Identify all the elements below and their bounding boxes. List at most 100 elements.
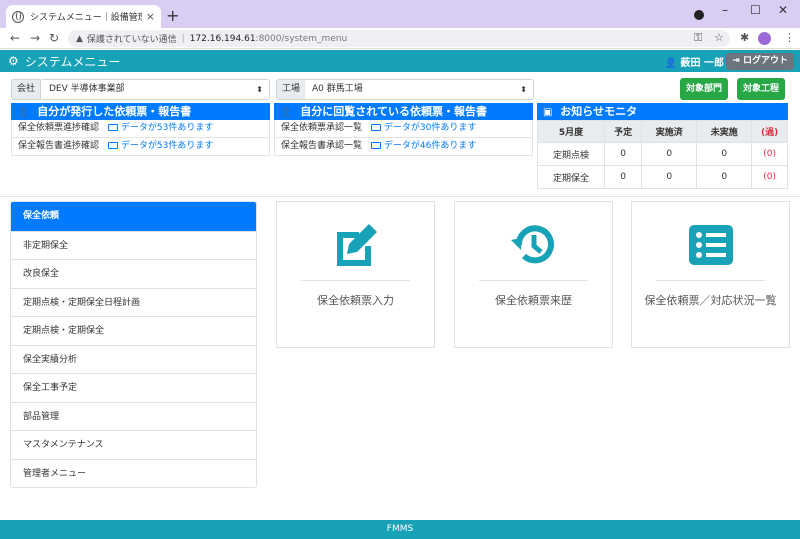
address-bar-row: ← → ↻ ▲ 保護されていない通信 | 172.16.194.61 :8000… [0,28,800,49]
table-cell: 0 [641,142,698,166]
row-label: 保全報告書承認一覧 [281,141,363,151]
logout-label: ログアウト [742,56,788,66]
sidebar-item-improvement-maintenance[interactable]: 改良保全 [11,259,256,288]
card-divider [301,280,410,281]
folder-icon [370,124,381,131]
table-row: 定期点検 0 0 0 (0) [537,142,788,166]
data-link[interactable]: データが30件あります [370,123,477,133]
history-icon [509,220,559,270]
monitor-panel: ▣ お知らせモニタ 5月度 予定 実施済 未実施 (過) 定期点検 0 0 0 … [537,103,788,189]
folder-icon [370,142,381,149]
new-tab-button[interactable]: + [166,6,179,25]
card-request-status-list[interactable]: 保全依頼票／対応状況一覧 [631,201,790,348]
data-link[interactable]: データが53件あります [107,141,213,151]
reload-icon[interactable]: ↻ [49,31,59,45]
table-cell: 0 [696,165,753,189]
sign-out-icon: ⇥ [732,56,740,66]
table-cell: 0 [641,165,698,189]
browser-tab-bar: システムメニュー｜設備管理システム × + – ☐ ✕ [0,0,800,28]
sidebar-item-results-analysis[interactable]: 保全実績分析 [11,344,256,374]
sidebar-item-master-maintenance[interactable]: マスタメンテナンス [11,430,256,459]
browser-tab[interactable]: システムメニュー｜設備管理システム × [6,5,161,28]
url-field[interactable]: ▲ 保護されていない通信 | 172.16.194.61 :8000/syste… [68,30,730,47]
sidebar-item-parts-management[interactable]: 部品管理 [11,401,256,431]
sidebar-menu: 保全依頼 非定期保全 改良保全 定期点検・定期保全日程計画 定期点検・定期保全 … [10,201,257,488]
row-label: 保全依頼票承認一覧 [281,123,363,133]
page-title: システムメニュー [24,54,121,69]
table-cell: 0 [696,142,753,166]
security-warning: 保護されていない通信 [86,35,177,45]
list-item: 保全依頼票承認一覧 データが30件あります [274,120,533,138]
sidebar-item-irregular-maintenance[interactable]: 非定期保全 [11,230,256,260]
target-department-button[interactable]: 対象部門 [680,78,729,100]
data-link[interactable]: データが46件あります [370,141,476,151]
received-panel: 👤 自分に回覧されている依頼票・報告書 保全依頼票承認一覧 データが30件ありま… [274,103,533,156]
target-process-button[interactable]: 対象工程 [737,78,786,100]
card-divider [479,280,588,281]
table-cell: 0 [603,142,643,166]
plant-label: 工場 [276,79,307,100]
user-name[interactable]: 👤 薮田 一郎 [665,54,724,69]
table-row: 定期保全 0 0 0 (0) [537,165,788,189]
plant-select[interactable]: A0 群馬工場 ⬍ [305,79,534,100]
user-edit-icon: 👤 [17,107,30,118]
list-item: 保全報告書承認一覧 データが46件あります [274,138,533,156]
tab-search-icon[interactable] [694,10,704,20]
footer: FMMS [0,520,800,539]
sidebar-item-construction-schedule[interactable]: 保全工事予定 [11,373,256,402]
company-label: 会社 [11,79,42,100]
table-cell: 定期保全 [537,165,605,189]
key-icon[interactable]: ⚿ [694,31,702,45]
minimize-icon[interactable]: – [722,3,728,17]
sidebar-item-periodic-maintenance[interactable]: 定期点検・定期保全 [11,316,256,345]
cogs-icon: ⚙ [8,54,19,68]
close-window-icon[interactable]: ✕ [778,3,788,17]
monitor-table: 5月度 予定 実施済 未実施 (過) 定期点検 0 0 0 (0) 定期保全 0… [537,120,788,189]
sidebar-item-admin-menu[interactable]: 管理者メニュー [11,458,256,488]
card-label: 保全依頼票来歴 [495,294,572,307]
maximize-icon[interactable]: ☐ [750,3,761,17]
issued-panel-header: 👤 自分が発行した依頼票・報告書 [11,103,270,120]
issued-panel: 👤 自分が発行した依頼票・報告書 保全依頼票進捗確認 データが53件あります 保… [11,103,270,156]
plant-value: A0 群馬工場 [312,84,363,94]
extensions-icon[interactable]: ✱ [740,31,749,44]
card-label: 保全依頼票／対応状況一覧 [644,294,777,307]
menu-dots-icon[interactable]: ⋮ [784,31,795,44]
list-item: 保全報告書進捗確認 データが53件あります [11,138,270,156]
url-host: 172.16.194.61 [189,33,256,44]
sidebar-item-schedule-plan[interactable]: 定期点検・定期保全日程計画 [11,287,256,317]
table-cell: (0) [751,165,788,189]
card-request-history[interactable]: 保全依頼票来歴 [454,201,613,348]
url-path: :8000/system_menu [255,33,348,44]
header-cell: (過) [751,120,788,143]
monitor-panel-title: お知らせモニタ [560,105,638,118]
tab-close-button[interactable]: × [146,10,155,23]
card-request-input[interactable]: 保全依頼票入力 [276,201,435,348]
sidebar-item-maintenance-request[interactable]: 保全依頼 [11,202,256,231]
back-icon[interactable]: ← [10,31,20,45]
header-cell: 予定 [603,120,643,143]
warning-icon: ▲ [76,33,83,44]
table-header-row: 5月度 予定 実施済 未実施 (過) [537,120,788,143]
bookmark-star-icon[interactable]: ☆ [714,31,724,44]
header-cell: 実施済 [641,120,698,143]
table-cell: (0) [751,142,788,166]
globe-icon [12,10,24,23]
company-select[interactable]: DEV 半導体事業部 ⬍ [42,79,270,100]
logout-button[interactable]: ⇥ ログアウト [726,53,794,70]
table-cell: 0 [603,165,643,189]
data-link-text: データが30件あります [383,123,477,133]
profile-avatar[interactable] [758,32,771,45]
section-divider [0,196,800,197]
data-link[interactable]: データが53件あります [107,123,214,133]
row-label: 保全依頼票進捗確認 [18,123,100,133]
data-link-text: データが53件あります [120,123,214,133]
header-cell: 未実施 [696,120,753,143]
forward-icon[interactable]: → [30,31,40,45]
folder-icon [107,124,118,131]
row-label: 保全報告書進捗確認 [18,141,100,151]
edit-icon [331,220,381,270]
table-cell: 定期点検 [537,142,605,166]
chevron-updown-icon: ⬍ [520,85,527,94]
received-panel-title: 自分に回覧されている依頼票・報告書 [300,105,487,118]
